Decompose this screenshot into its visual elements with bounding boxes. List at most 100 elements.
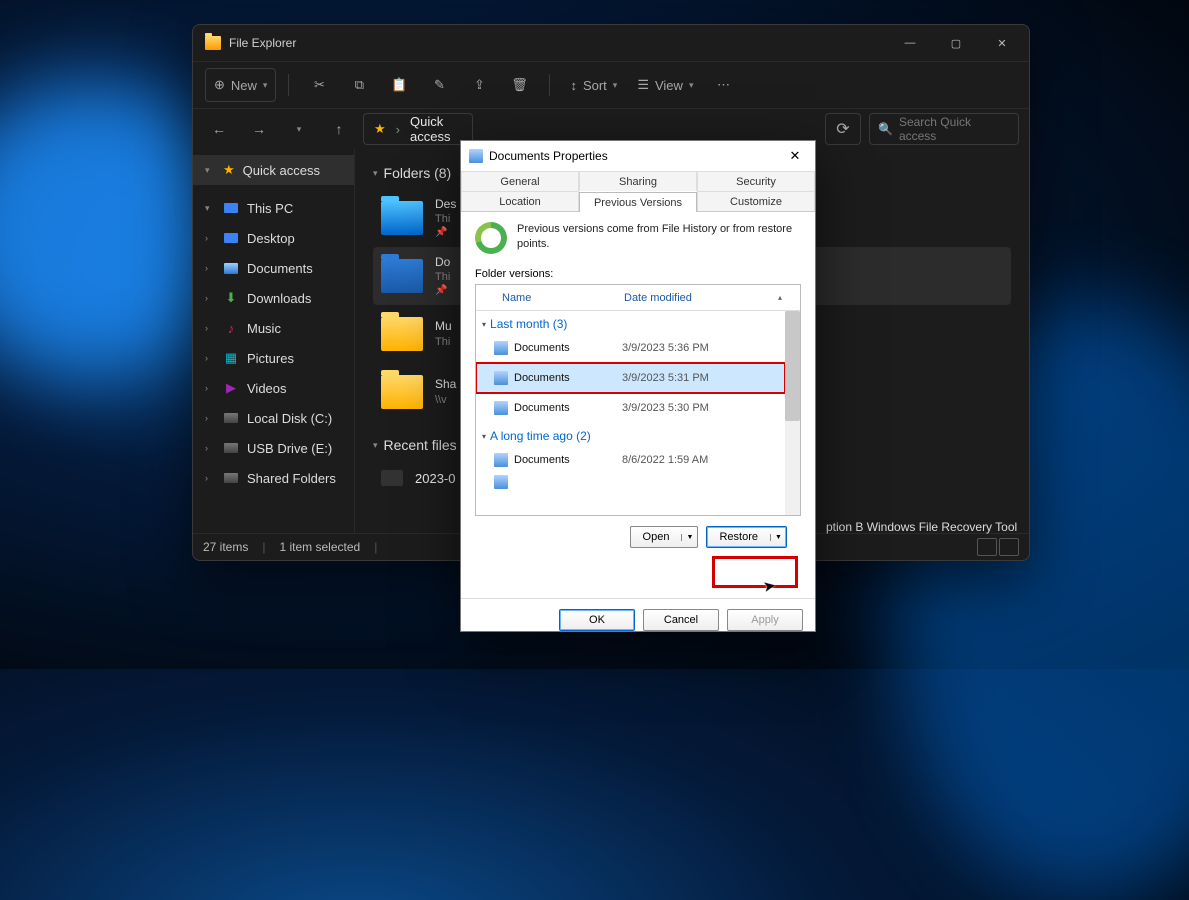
scroll-thumb[interactable] <box>785 311 800 421</box>
chevron-down-icon[interactable]: ▼ <box>770 534 786 541</box>
more-button[interactable]: ⋯ <box>705 68 741 102</box>
cut-button[interactable]: ✂ <box>301 68 337 102</box>
paste-button[interactable]: 📋 <box>381 68 417 102</box>
download-icon: ⬇ <box>223 290 239 306</box>
version-row[interactable]: Documents8/6/2022 1:59 AM <box>476 445 785 475</box>
sidebar-item-this-pc[interactable]: ▾This PC <box>193 193 354 223</box>
sidebar-item-videos[interactable]: ›▶Videos <box>193 373 354 403</box>
sidebar-item-music[interactable]: ›♪Music <box>193 313 354 343</box>
column-date[interactable]: Date modified <box>624 292 800 304</box>
sidebar-item-usb-drive[interactable]: ›USB Drive (E:) <box>193 433 354 463</box>
view-button[interactable]: ☰ View ▾ <box>629 68 701 102</box>
version-row[interactable]: Documents3/9/2023 5:36 PM <box>476 333 785 363</box>
close-button[interactable]: ✕ <box>781 145 809 167</box>
column-name[interactable]: Name <box>476 292 624 304</box>
pc-icon <box>224 203 238 213</box>
tab-customize[interactable]: Customize <box>697 191 815 211</box>
item-name: Mu <box>435 319 452 335</box>
sidebar-label: Music <box>247 321 281 336</box>
sidebar-item-downloads[interactable]: ›⬇Downloads <box>193 283 354 313</box>
ok-button[interactable]: OK <box>559 609 635 631</box>
sidebar-label: Shared Folders <box>247 471 336 486</box>
sidebar-label: Pictures <box>247 351 294 366</box>
sidebar-label: Local Disk (C:) <box>247 411 332 426</box>
sort-button[interactable]: ↕ Sort ▾ <box>562 68 625 102</box>
restore-button[interactable]: Restore▼ <box>706 526 787 548</box>
list-group[interactable]: ▾Last month (3) <box>476 311 785 333</box>
row-date: 8/6/2022 1:59 AM <box>622 454 708 466</box>
delete-button[interactable]: 🗑 <box>501 68 537 102</box>
tab-security[interactable]: Security <box>697 171 815 191</box>
tab-general[interactable]: General <box>461 171 579 191</box>
folder-icon <box>381 317 423 351</box>
refresh-button[interactable]: ⟳ <box>825 113 861 145</box>
item-name: Sha <box>435 377 456 393</box>
chevron-down-icon[interactable]: ▼ <box>681 534 697 541</box>
search-placeholder: Search Quick access <box>899 115 1010 143</box>
section-label: Folders (8) <box>384 165 452 181</box>
version-row[interactable] <box>476 475 785 489</box>
cancel-button[interactable]: Cancel <box>643 609 719 631</box>
search-input[interactable]: 🔍 Search Quick access <box>869 113 1019 145</box>
folder-icon <box>381 375 423 409</box>
share-button[interactable]: ⇪ <box>461 68 497 102</box>
music-icon: ♪ <box>223 321 239 336</box>
copy-button[interactable]: ⧉ <box>341 68 377 102</box>
recent-button[interactable]: ▾ <box>283 113 315 145</box>
sidebar-item-local-disk[interactable]: ›Local Disk (C:) <box>193 403 354 433</box>
versions-list: Name Date modified ▾Last month (3) Docum… <box>475 284 801 516</box>
background-text: ption B Windows File Recovery Tool <box>826 520 1017 534</box>
section-label: Recent files ( <box>384 437 466 453</box>
apply-button[interactable]: Apply <box>727 609 803 631</box>
tab-location[interactable]: Location <box>461 191 579 211</box>
titlebar[interactable]: File Explorer — ▢ ✕ <box>193 25 1029 61</box>
row-date: 3/9/2023 5:36 PM <box>622 342 709 354</box>
minimize-button[interactable]: — <box>887 27 933 59</box>
folder-icon <box>494 453 508 467</box>
tab-previous-versions[interactable]: Previous Versions <box>579 192 697 212</box>
sidebar-label: This PC <box>247 201 293 216</box>
item-sub: Thi <box>435 212 456 226</box>
row-name: Documents <box>514 402 622 414</box>
list-group[interactable]: ▾A long time ago (2) <box>476 423 785 445</box>
folder-icon <box>381 201 423 235</box>
new-button[interactable]: ⊕ New ▾ <box>205 68 276 102</box>
sidebar-item-documents[interactable]: ›Documents <box>193 253 354 283</box>
item-name: Do <box>435 255 450 271</box>
sidebar-item-pictures[interactable]: ›▦Pictures <box>193 343 354 373</box>
view-details-icon[interactable] <box>977 538 997 556</box>
dialog-titlebar[interactable]: Documents Properties ✕ <box>461 141 815 171</box>
folder-versions-label: Folder versions: <box>475 268 801 280</box>
sidebar-item-shared-folders[interactable]: ›Shared Folders <box>193 463 354 493</box>
folder-icon <box>494 371 508 385</box>
folder-icon <box>224 263 238 274</box>
view-tiles-icon[interactable] <box>999 538 1019 556</box>
rename-button[interactable]: ✎ <box>421 68 457 102</box>
desktop-icon <box>224 233 238 243</box>
info-text: Previous versions come from File History… <box>517 222 801 254</box>
sidebar-item-quick-access[interactable]: ▾★Quick access <box>193 155 354 185</box>
new-button-label: New <box>231 78 257 93</box>
row-name: Documents <box>514 342 622 354</box>
maximize-button[interactable]: ▢ <box>933 27 979 59</box>
item-sub: \\v <box>435 393 456 407</box>
sort-label: Sort <box>583 78 607 93</box>
toolbar: ⊕ New ▾ ✂ ⧉ 📋 ✎ ⇪ 🗑 ↕ Sort ▾ ☰ View ▾ ⋯ <box>193 61 1029 109</box>
sidebar-item-desktop[interactable]: ›Desktop <box>193 223 354 253</box>
scrollbar[interactable] <box>785 311 800 515</box>
item-name: Des <box>435 197 456 213</box>
back-button[interactable]: ← <box>203 113 235 145</box>
open-button[interactable]: Open▼ <box>630 526 699 548</box>
pictures-icon: ▦ <box>223 350 239 366</box>
tab-sharing[interactable]: Sharing <box>579 171 697 191</box>
address-bar[interactable]: ★ › Quick access <box>363 113 473 145</box>
sidebar: ▾★Quick access ▾This PC ›Desktop ›Docume… <box>193 149 355 533</box>
version-row[interactable]: Documents3/9/2023 5:31 PM <box>476 363 785 393</box>
up-button[interactable]: ↑ <box>323 113 355 145</box>
version-row[interactable]: Documents3/9/2023 5:30 PM <box>476 393 785 423</box>
row-date: 3/9/2023 5:30 PM <box>622 402 709 414</box>
row-name: Documents <box>514 372 622 384</box>
close-button[interactable]: ✕ <box>979 27 1025 59</box>
forward-button[interactable]: → <box>243 113 275 145</box>
separator <box>549 74 550 96</box>
